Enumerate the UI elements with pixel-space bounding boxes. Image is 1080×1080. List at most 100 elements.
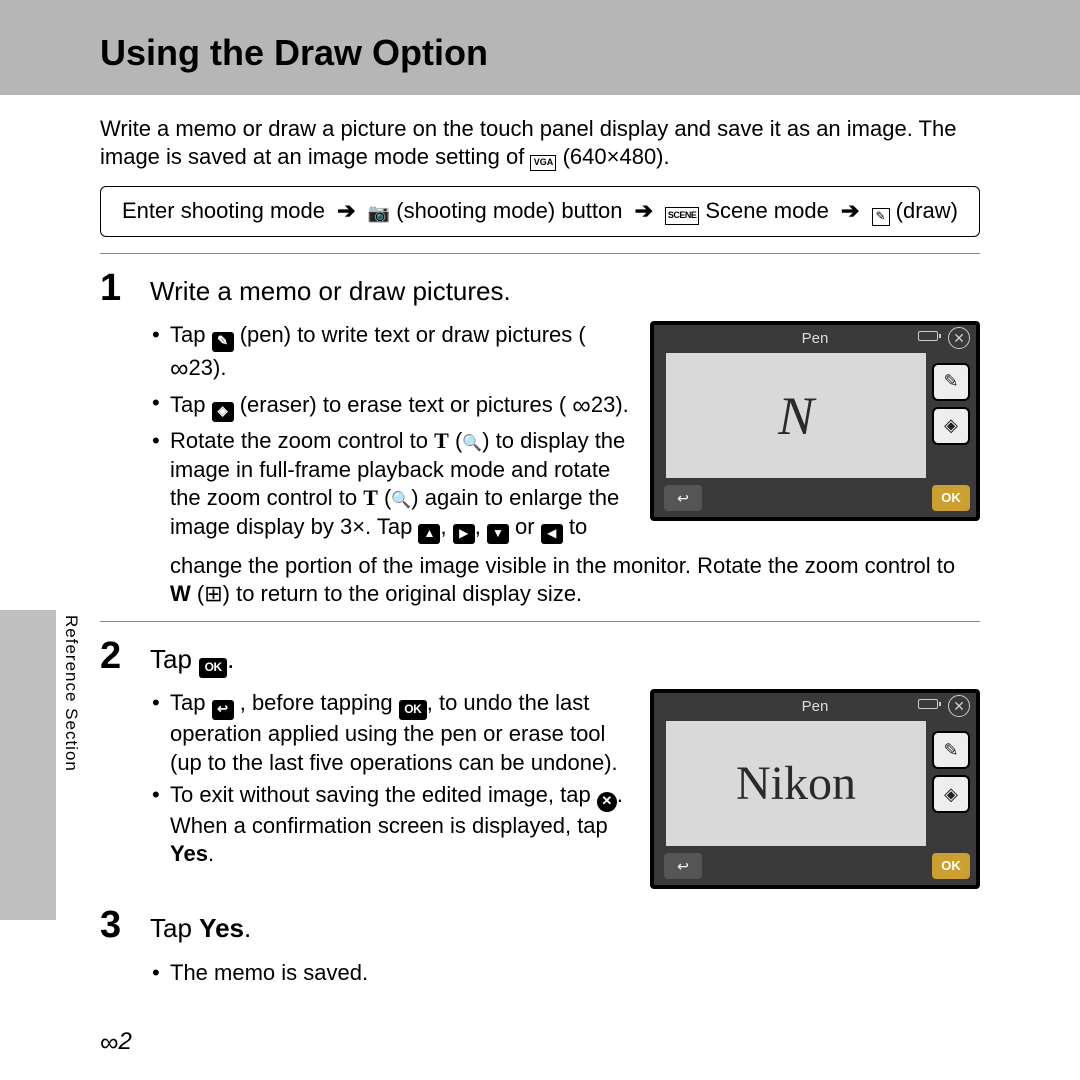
text: Tap [170, 392, 212, 417]
reference-tab [0, 610, 56, 920]
magnify-icon: 🔍 [391, 492, 411, 509]
text: Tap [170, 690, 212, 715]
back-button[interactable]: ↩ [664, 853, 702, 879]
page-header: Using the Draw Option [0, 0, 1080, 95]
list-item: The memo is saved. [150, 959, 980, 988]
pen-icon: ✎ [212, 332, 234, 352]
text: , [475, 514, 487, 539]
text: 23). [189, 355, 227, 380]
text: , [440, 514, 452, 539]
text: Tap [170, 322, 212, 347]
ok-icon: OK [199, 658, 227, 678]
intro-text: Write a memo or draw a picture on the to… [100, 116, 956, 170]
nav-text: Scene mode [705, 198, 835, 223]
close-icon[interactable]: ✕ [948, 327, 970, 349]
intro-paragraph: Write a memo or draw a picture on the to… [100, 115, 980, 172]
step-body: The memo is saved. [100, 959, 980, 988]
step-3: 3 Tap Yes. The memo is saved. [100, 901, 980, 987]
reference-section-label: Reference Section [60, 615, 82, 772]
text: Tap [150, 913, 199, 943]
text: Tap [150, 644, 199, 674]
text: change the portion of the image visible … [170, 553, 955, 578]
step-continued: change the portion of the image visible … [100, 552, 980, 609]
section-icon: ∞ [100, 1027, 119, 1057]
yes-label: Yes [170, 841, 208, 866]
list-item: Tap ✎ (pen) to write text or draw pictur… [150, 321, 630, 385]
ok-button[interactable]: OK [932, 485, 970, 511]
step-title: Tap OK. [150, 643, 234, 678]
text: . [208, 841, 214, 866]
pen-tool-button[interactable]: ✎ [932, 731, 970, 769]
nav-text: (draw) [896, 198, 958, 223]
step-number: 2 [100, 632, 138, 681]
text: To exit without saving the edited image,… [170, 782, 597, 807]
nav-text: Enter shooting mode [122, 198, 331, 223]
ref-icon: ∞ [572, 390, 591, 420]
text: to [563, 514, 587, 539]
up-arrow-icon: ▲ [418, 524, 440, 544]
nav-text: (shooting mode) button [396, 198, 628, 223]
t-zoom-label: T [363, 485, 378, 510]
draw-canvas[interactable]: Nikon [666, 721, 926, 846]
page-content: Write a memo or draw a picture on the to… [0, 95, 1080, 988]
step-2: 2 Tap OK. Tap ↩ , before tapping OK, to … [100, 632, 980, 889]
back-button[interactable]: ↩ [664, 485, 702, 511]
draw-icon: ✎ [872, 208, 890, 226]
text: . [227, 644, 234, 674]
camera-icon: 📷 [368, 203, 390, 223]
w-zoom-label: W [170, 581, 191, 606]
arrow-icon: ➔ [635, 198, 653, 223]
step-number: 3 [100, 901, 138, 950]
text: or [509, 514, 541, 539]
pen-tool-button[interactable]: ✎ [932, 363, 970, 401]
eraser-tool-button[interactable]: ◈ [932, 775, 970, 813]
list-item: Tap ↩ , before tapping OK, to undo the l… [150, 689, 630, 777]
magnify-icon: 🔍 [462, 435, 482, 452]
intro-text-b: (640×480). [563, 144, 670, 169]
text: (pen) to write text or draw pictures ( [240, 322, 586, 347]
screenshot-pen-draw: Pen ✕ N ✎ ◈ ↩ OK [650, 321, 980, 521]
text: Rotate the zoom control to [170, 428, 434, 453]
eraser-icon: ◈ [212, 402, 234, 422]
t-zoom-label: T [434, 428, 449, 453]
battery-icon [918, 331, 938, 341]
step-body: Tap ↩ , before tapping OK, to undo the l… [100, 689, 630, 889]
yes-label: Yes [199, 913, 244, 943]
divider [100, 253, 980, 254]
down-arrow-icon: ▼ [487, 524, 509, 544]
text: ) to return to the original display size… [223, 581, 583, 606]
close-circle-icon: ✕ [597, 792, 617, 812]
step-body: Tap ✎ (pen) to write text or draw pictur… [100, 321, 630, 548]
ok-button[interactable]: OK [932, 853, 970, 879]
left-arrow-icon: ◀ [541, 524, 563, 544]
page-title: Using the Draw Option [100, 30, 980, 77]
page-number-value: 2 [119, 1028, 132, 1055]
step-1: 1 Write a memo or draw pictures. Tap ✎ (… [100, 264, 980, 609]
arrow-icon: ➔ [337, 198, 355, 223]
text: (eraser) to erase text or pictures ( [240, 392, 566, 417]
list-item: Rotate the zoom control to T (🔍) to disp… [150, 427, 630, 544]
step-number: 1 [100, 264, 138, 313]
navigation-path: Enter shooting mode ➔ 📷 (shooting mode) … [100, 186, 980, 237]
ref-icon: ∞ [170, 353, 189, 383]
eraser-tool-button[interactable]: ◈ [932, 407, 970, 445]
text: 23). [591, 392, 629, 417]
page-number: ∞2 [100, 1026, 132, 1060]
scene-icon: SCENE [665, 207, 699, 225]
list-item: Tap ◈ (eraser) to erase text or pictures… [150, 389, 630, 423]
vga-icon: VGA [530, 155, 556, 171]
draw-canvas[interactable]: N [666, 353, 926, 478]
battery-icon [918, 699, 938, 709]
screenshot-pen-nikon: Pen ✕ Nikon ✎ ◈ ↩ OK [650, 689, 980, 889]
step-title: Write a memo or draw pictures. [150, 275, 511, 309]
right-arrow-icon: ▶ [453, 524, 475, 544]
text: . [244, 913, 251, 943]
undo-icon: ↩ [212, 700, 234, 720]
step-title: Tap Yes. [150, 912, 251, 946]
divider [100, 621, 980, 622]
text: , before tapping [240, 690, 399, 715]
thumbnail-icon: ⊞ [204, 581, 222, 606]
ok-icon: OK [399, 700, 427, 720]
arrow-icon: ➔ [841, 198, 859, 223]
list-item: To exit without saving the edited image,… [150, 781, 630, 869]
